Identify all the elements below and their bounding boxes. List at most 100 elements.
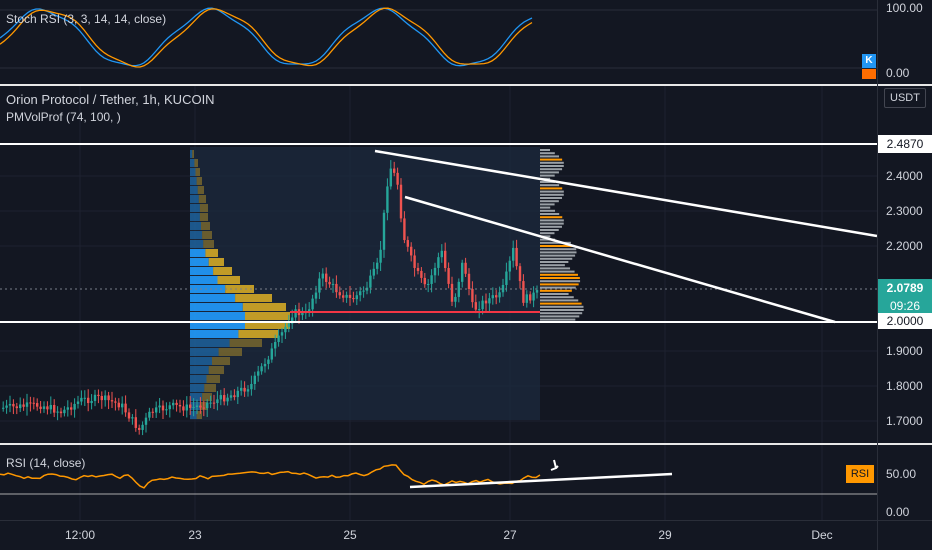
currency-button[interactable]: USDT: [884, 88, 926, 108]
candle-body: [274, 342, 277, 349]
vp-bar-blue: [190, 150, 193, 158]
right-vp-bar: [540, 254, 576, 257]
candle-body: [359, 291, 362, 296]
price-label: 1.8000: [886, 379, 923, 393]
right-vp-bar: [540, 203, 555, 206]
candle-body: [46, 406, 49, 410]
candle-body: [474, 302, 477, 310]
candle-body: [406, 240, 409, 247]
candle-body: [369, 275, 372, 288]
candle-body: [100, 396, 103, 401]
vp-bar-blue: [190, 168, 196, 176]
candle-body: [199, 405, 202, 408]
candle-body: [260, 366, 263, 372]
right-vp-bar: [540, 149, 550, 151]
candle-body: [331, 283, 335, 285]
candle-body: [240, 387, 243, 391]
indicator-legend[interactable]: PMVolProf (74, 100, ): [6, 110, 121, 124]
vp-bar-blue: [190, 222, 201, 230]
candle-body: [104, 395, 107, 401]
candle-body: [229, 395, 233, 398]
vp-bar-blue: [190, 186, 198, 194]
time-label: Dec: [811, 528, 833, 542]
candle-body: [148, 411, 151, 418]
candle-body: [379, 249, 382, 263]
candle-body: [386, 186, 389, 213]
vp-bar-blue: [190, 249, 206, 257]
chart-canvas[interactable]: [0, 0, 932, 550]
candle-body: [127, 412, 131, 419]
candle-body: [328, 281, 331, 285]
candle-body: [226, 397, 229, 402]
candle-body: [284, 326, 287, 333]
right-vp-bar: [540, 168, 563, 171]
candle-body: [83, 397, 86, 399]
candle-body: [12, 403, 15, 407]
vp-bar-gold: [194, 159, 198, 167]
candle-body: [515, 247, 518, 267]
handwritten-mark: [550, 459, 559, 471]
vp-bar-blue: [190, 159, 195, 167]
stoch-legend[interactable]: Stoch RSI (3, 3, 14, 14, close): [6, 12, 166, 26]
candle-body: [168, 405, 171, 410]
vp-bar-gold: [208, 366, 224, 374]
candle-body: [56, 411, 59, 413]
candle-body: [437, 257, 440, 268]
rsi-separator[interactable]: [0, 443, 932, 445]
candle-body: [42, 406, 46, 409]
candle-body: [416, 267, 420, 271]
vp-bar-gold: [217, 276, 240, 284]
right-vp-bar: [540, 283, 579, 286]
candle-body: [212, 402, 216, 404]
candle-body: [257, 371, 260, 376]
vp-bar-blue: [190, 303, 243, 311]
vp-bar-gold: [245, 312, 290, 320]
vp-bar-gold: [218, 348, 242, 356]
stoch-separator[interactable]: [0, 84, 932, 86]
right-vp-bar: [540, 213, 560, 215]
right-vp-bar: [540, 232, 555, 235]
rsi-legend[interactable]: RSI (14, close): [6, 456, 85, 470]
candle-body: [413, 255, 416, 268]
right-vp-bar: [540, 286, 576, 289]
candle-body: [223, 395, 226, 402]
vp-bar-gold: [203, 240, 214, 248]
rsi-axis-50: 50.00: [886, 467, 917, 481]
candle-body: [501, 284, 505, 293]
vp-bar-gold: [229, 339, 262, 347]
vp-bar-blue: [190, 330, 239, 338]
candle-body: [189, 404, 192, 408]
stoch-k-badge: K: [862, 54, 876, 68]
candle-body: [253, 375, 256, 385]
candle-body: [478, 309, 481, 311]
price-label: 1.7000: [886, 414, 923, 428]
right-vp-bar: [540, 248, 577, 251]
right-vp-bar: [540, 165, 564, 167]
candle-body: [481, 300, 484, 310]
candle-body: [185, 404, 188, 411]
vp-bar-gold: [198, 195, 206, 203]
right-vp-bar: [540, 225, 562, 228]
candle-body: [206, 402, 209, 409]
right-vp-bar: [540, 158, 563, 161]
vp-bar-gold: [213, 267, 232, 275]
chart-title[interactable]: Orion Protocol / Tether, 1h, KUCOIN: [6, 92, 215, 107]
candle-body: [161, 405, 165, 411]
vp-bar-gold: [238, 330, 278, 338]
candle-body: [450, 283, 454, 302]
candle-body: [121, 403, 124, 408]
right-vp-bar: [540, 293, 569, 295]
vp-bar-gold: [196, 177, 202, 185]
candle-body: [338, 292, 341, 296]
candle-body: [362, 290, 365, 292]
candle-body: [73, 403, 76, 410]
vp-bar-blue: [190, 348, 219, 356]
candle-body: [318, 278, 321, 293]
price-label: 2.2000: [886, 239, 923, 253]
candle-body: [209, 402, 212, 404]
right-vp-bar: [540, 261, 569, 263]
candle-body: [165, 409, 168, 411]
candle-body: [440, 250, 443, 258]
candle-body: [389, 168, 392, 187]
right-vp-bar: [540, 280, 581, 283]
